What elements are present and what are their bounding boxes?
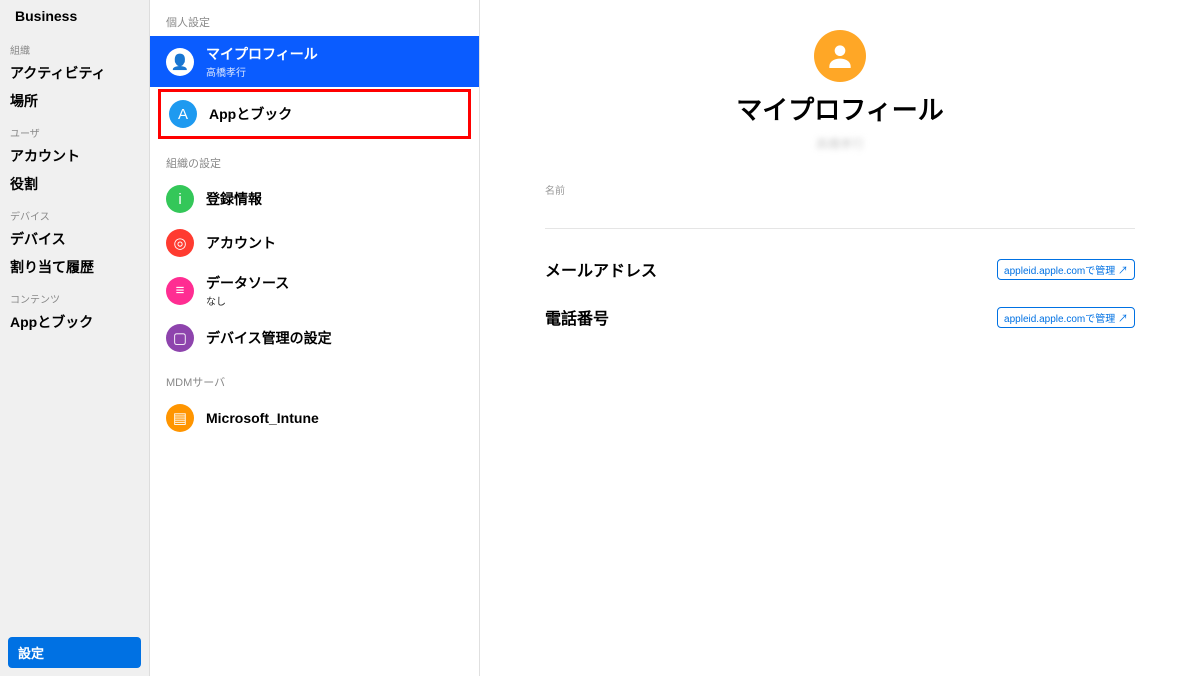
panel-item-title: Appとブック	[209, 104, 292, 124]
sidebar-item[interactable]: アクティビティ	[0, 59, 149, 87]
sidebar-section-header: 組織	[0, 38, 149, 59]
account-icon: ◎	[166, 229, 194, 257]
profile-name-blurred: 高橋孝行	[816, 135, 864, 152]
avatar-icon	[814, 30, 866, 82]
sidebar-item[interactable]: 役割	[0, 170, 149, 198]
sidebar-item[interactable]: デバイス	[0, 225, 149, 253]
panel-item-subtitle: 高橋孝行	[206, 64, 318, 79]
sidebar-item[interactable]: アカウント	[0, 142, 149, 170]
server-icon: ▤	[166, 404, 194, 432]
panel-item-subtitle: なし	[206, 293, 289, 308]
sidebar-item[interactable]: 場所	[0, 87, 149, 115]
sidebar-section-header: コンテンツ	[0, 287, 149, 308]
manage-at-appleid-link[interactable]: appleid.apple.comで管理 ↗	[997, 307, 1135, 328]
panel-section-header: MDMサーバ	[150, 360, 479, 396]
panel-item-account[interactable]: ◎ アカウント	[150, 221, 479, 265]
settings-panel: 個人設定 👤 マイプロフィール高橋孝行 A Appとブック組織の設定 i 登録情報 ◎ アカウン…	[150, 0, 480, 676]
field-name-value-blurred	[545, 201, 1135, 229]
panel-item-appstore[interactable]: A Appとブック	[161, 92, 468, 136]
sidebar-section-header: デバイス	[0, 204, 149, 225]
main-content: マイプロフィール 高橋孝行 名前 メールアドレス appleid.apple.co…	[480, 0, 1200, 676]
device-icon: ▢	[166, 324, 194, 352]
panel-item-title: Microsoft_Intune	[206, 410, 319, 426]
field-label: メールアドレス	[545, 257, 657, 281]
brand-header: Business	[0, 0, 149, 32]
panel-item-title: データソース	[206, 273, 289, 293]
panel-section-header: 個人設定	[150, 0, 479, 36]
person-icon: 👤	[166, 48, 194, 76]
sidebar-item[interactable]: Appとブック	[0, 308, 149, 336]
panel-item-title: アカウント	[206, 233, 276, 253]
settings-button[interactable]: 設定	[8, 637, 141, 668]
panel-item-title: 登録情報	[206, 189, 262, 209]
panel-section-header: 組織の設定	[150, 141, 479, 177]
panel-item-device[interactable]: ▢ デバイス管理の設定	[150, 316, 479, 360]
panel-item-server[interactable]: ▤ Microsoft_Intune	[150, 396, 479, 440]
panel-item-person[interactable]: 👤 マイプロフィール高橋孝行	[150, 36, 479, 87]
manage-at-appleid-link[interactable]: appleid.apple.comで管理 ↗	[997, 259, 1135, 280]
panel-item-title: デバイス管理の設定	[206, 328, 332, 348]
field-label-name: 名前	[545, 182, 1135, 201]
info-icon: i	[166, 185, 194, 213]
highlight-annotation: A Appとブック	[158, 89, 471, 139]
brand-text: Business	[15, 8, 77, 24]
panel-item-info[interactable]: i 登録情報	[150, 177, 479, 221]
sidebar-section-header: ユーザ	[0, 121, 149, 142]
panel-item-title: マイプロフィール	[206, 44, 318, 64]
panel-item-datasource[interactable]: ≡ データソースなし	[150, 265, 479, 316]
profile-field-row: メールアドレス appleid.apple.comで管理 ↗	[545, 245, 1135, 293]
sidebar-item[interactable]: 割り当て履歴	[0, 253, 149, 281]
page-title: マイプロフィール	[736, 90, 943, 127]
field-label: 電話番号	[545, 305, 609, 329]
datasource-icon: ≡	[166, 277, 194, 305]
sidebar: Business 組織アクティビティ場所ユーザアカウント役割デバイスデバイス割り…	[0, 0, 150, 676]
appstore-icon: A	[169, 100, 197, 128]
profile-field-row: 電話番号 appleid.apple.comで管理 ↗	[545, 293, 1135, 341]
